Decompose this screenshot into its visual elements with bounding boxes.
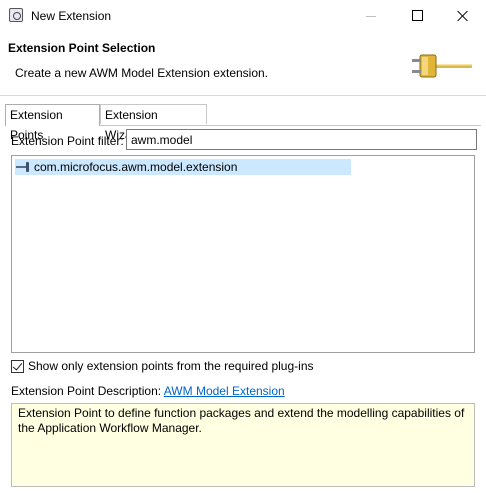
maximize-icon [411,10,423,21]
page-title: Extension Point Selection [8,41,156,55]
description-text-box: Extension Point to define function packa… [11,403,475,487]
plug-icon [412,54,472,78]
close-button[interactable] [440,0,486,31]
extension-point-icon [16,161,32,173]
minimize-icon [366,15,376,17]
description-heading: Extension Point Description: AWM Model E… [11,384,285,398]
minimize-button [348,0,394,31]
list-item-label: com.microfocus.awm.model.extension [34,160,238,174]
maximize-button[interactable] [394,0,440,31]
required-plugins-option[interactable]: Show only extension points from the requ… [11,359,314,373]
filter-label: Extension Point filter: [11,134,124,148]
tab-extension-points[interactable]: Extension Points [5,104,100,142]
list-item[interactable]: com.microfocus.awm.model.extension [15,159,351,175]
required-plugins-checkbox[interactable] [11,359,24,373]
extension-point-list[interactable]: com.microfocus.awm.model.extension [11,155,475,353]
page-message: Create a new AWM Model Extension extensi… [15,66,269,80]
tab-extension-wizards[interactable]: Extension Wizards [100,104,207,142]
description-text: Extension Point to define function packa… [18,406,465,435]
eclipse-app-icon [9,8,23,22]
wizard-header: Extension Point Selection Create a new A… [0,31,486,96]
required-plugins-label: Show only extension points from the requ… [28,359,314,373]
close-icon [457,10,469,22]
description-link[interactable]: AWM Model Extension [164,384,285,398]
extension-point-filter-input[interactable] [126,129,477,150]
tab-divider [100,125,481,126]
window-title: New Extension [31,9,112,23]
description-label: Extension Point Description: [11,384,162,398]
title-bar: New Extension [0,0,486,31]
